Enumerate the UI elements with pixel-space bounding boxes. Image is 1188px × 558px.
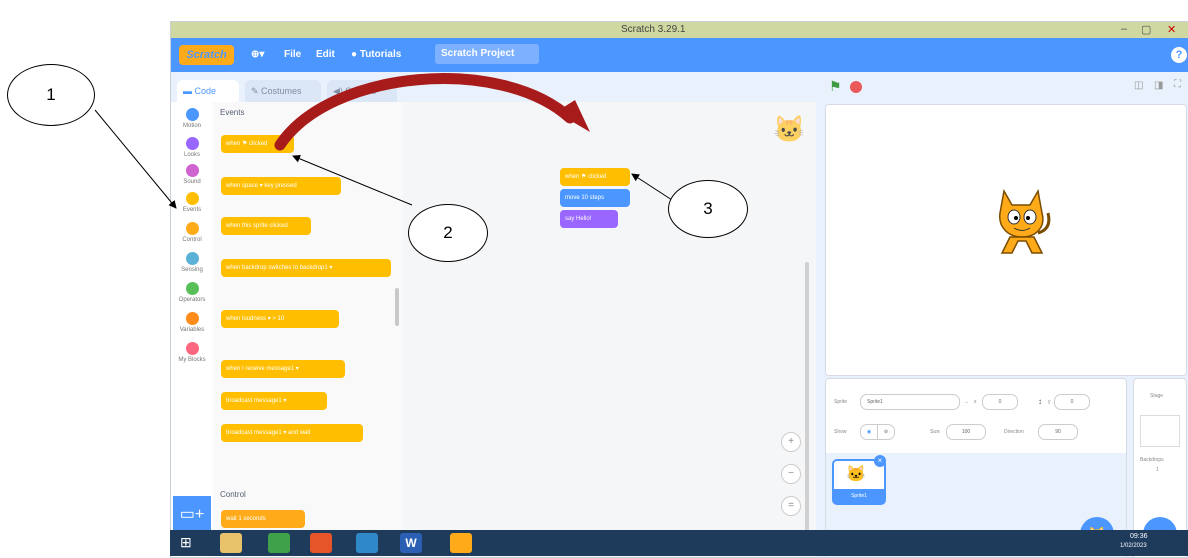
callout-3-pointer — [631, 173, 673, 201]
drag-arrow — [274, 73, 576, 151]
annotation-overlay — [94, 73, 673, 209]
callout-2-pointer — [292, 154, 413, 206]
callout-1-pointer — [94, 109, 177, 209]
callout-3: 3 — [668, 180, 748, 238]
callout-1: 1 — [7, 64, 95, 126]
callout-2: 2 — [408, 204, 488, 262]
